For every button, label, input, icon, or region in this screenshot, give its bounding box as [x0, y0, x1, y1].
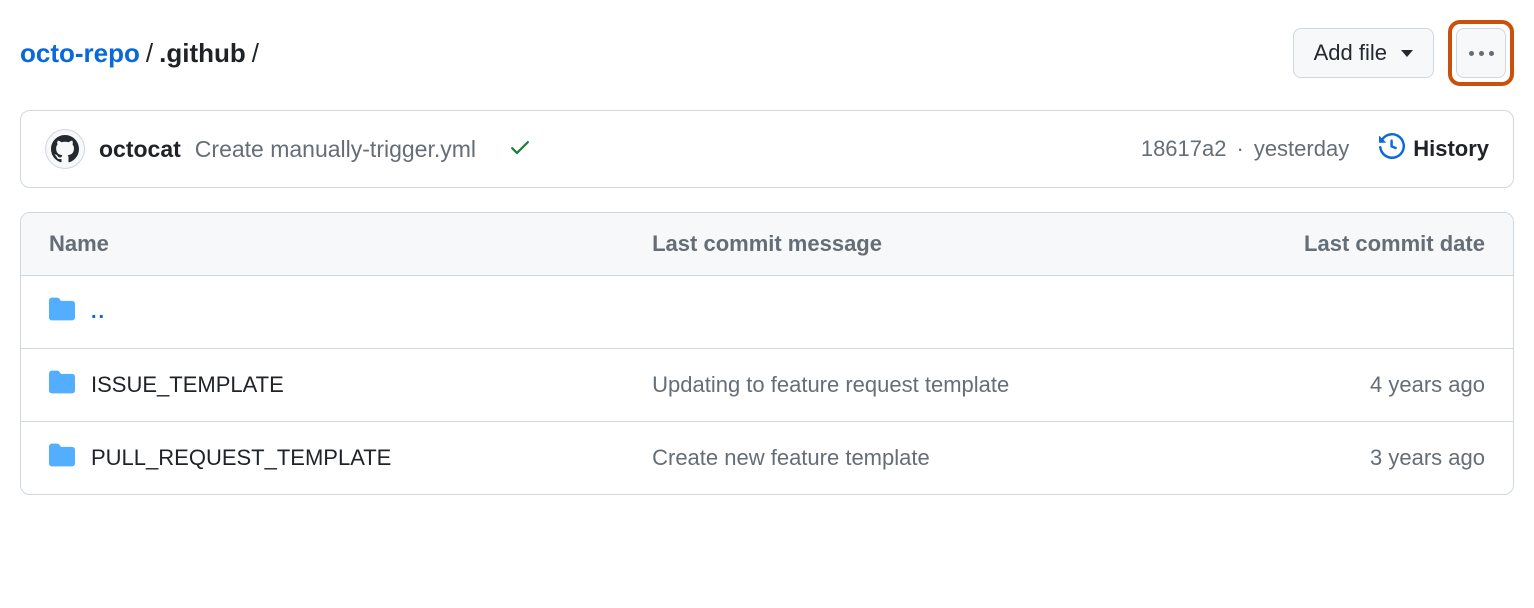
add-file-label: Add file	[1314, 40, 1387, 66]
commit-info: octocat Create manually-trigger.yml	[45, 129, 532, 169]
history-link[interactable]: History	[1379, 133, 1489, 165]
table-row[interactable]: ISSUE_TEMPLATE Updating to feature reque…	[21, 349, 1513, 422]
header-name: Name	[49, 231, 652, 257]
history-icon	[1379, 133, 1405, 165]
file-name[interactable]: PULL_REQUEST_TEMPLATE	[91, 445, 391, 471]
file-commit-date: 3 years ago	[1227, 445, 1485, 471]
octocat-icon	[51, 135, 79, 163]
commit-meta: 18617a2 · yesterday History	[1141, 133, 1489, 165]
table-row[interactable]: PULL_REQUEST_TEMPLATE Create new feature…	[21, 422, 1513, 494]
file-commit-date: 4 years ago	[1227, 372, 1485, 398]
folder-icon	[49, 369, 75, 401]
add-file-button[interactable]: Add file	[1293, 28, 1434, 78]
caret-down-icon	[1401, 50, 1413, 57]
commit-author[interactable]: octocat	[99, 136, 181, 163]
breadcrumb-current: .github	[159, 38, 246, 69]
file-commit-msg[interactable]: Updating to feature request template	[652, 372, 1226, 398]
dot-separator: ·	[1236, 136, 1243, 162]
parent-dir-link[interactable]: ..	[91, 301, 106, 324]
table-row-parent[interactable]: ..	[21, 276, 1513, 349]
table-header: Name Last commit message Last commit dat…	[21, 213, 1513, 276]
more-options-button[interactable]	[1456, 28, 1506, 78]
header-actions: Add file	[1293, 20, 1514, 86]
latest-commit-card: octocat Create manually-trigger.yml 1861…	[20, 110, 1514, 188]
folder-icon	[49, 296, 75, 328]
header-message: Last commit message	[652, 231, 1226, 257]
folder-icon	[49, 442, 75, 474]
history-label: History	[1413, 136, 1489, 162]
commit-message[interactable]: Create manually-trigger.yml	[195, 136, 476, 163]
file-commit-msg[interactable]: Create new feature template	[652, 445, 1226, 471]
avatar[interactable]	[45, 129, 85, 169]
header-date: Last commit date	[1227, 231, 1485, 257]
breadcrumb: octo-repo / .github /	[20, 38, 259, 69]
file-table: Name Last commit message Last commit dat…	[20, 212, 1514, 495]
commit-sha[interactable]: 18617a2	[1141, 136, 1227, 162]
breadcrumb-separator: /	[146, 38, 153, 69]
kebab-icon	[1469, 51, 1494, 56]
breadcrumb-repo-link[interactable]: octo-repo	[20, 38, 140, 69]
file-name[interactable]: ISSUE_TEMPLATE	[91, 372, 284, 398]
kebab-highlight-box	[1448, 20, 1514, 86]
commit-time: yesterday	[1254, 136, 1349, 162]
check-icon[interactable]	[508, 135, 532, 164]
breadcrumb-trailing-slash: /	[252, 38, 259, 69]
page-header: octo-repo / .github / Add file	[20, 20, 1514, 86]
